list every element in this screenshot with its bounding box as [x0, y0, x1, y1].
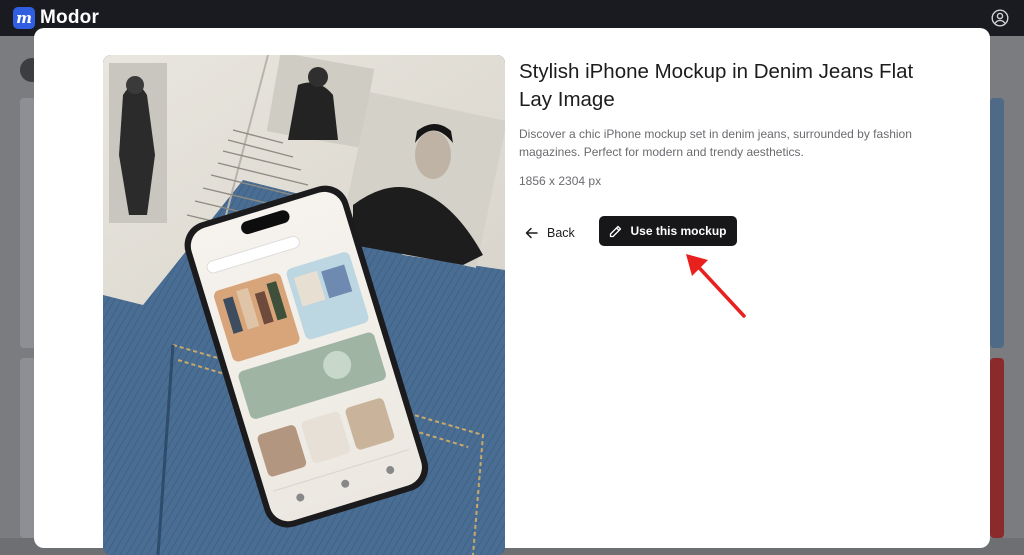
image-dimensions: 1856 x 2304 px	[519, 174, 602, 188]
red-annotation-arrow	[686, 254, 746, 318]
mockup-description: Discover a chic iPhone mockup set in den…	[519, 127, 912, 159]
use-this-mockup-button[interactable]: Use this mockup	[599, 216, 737, 246]
brand-name: Modor	[40, 7, 100, 28]
brand-logo-icon: m	[13, 7, 35, 29]
mockup-title: Stylish iPhone Mockup in Denim Jeans Fla…	[519, 60, 914, 111]
user-circle-icon[interactable]	[991, 9, 1009, 27]
back-button[interactable]: Back	[525, 218, 575, 248]
brand-logo[interactable]: m Modor	[13, 7, 99, 29]
background-card	[990, 98, 1004, 348]
use-this-mockup-label: Use this mockup	[630, 224, 727, 238]
pencil-icon	[610, 225, 622, 237]
mockup-detail-modal: Stylish iPhone Mockup in Denim Jeans Fla…	[34, 28, 990, 555]
arrow-left-icon	[525, 227, 538, 239]
back-button-label: Back	[547, 226, 575, 240]
mockup-preview-image	[103, 55, 505, 555]
background-card	[990, 358, 1004, 538]
